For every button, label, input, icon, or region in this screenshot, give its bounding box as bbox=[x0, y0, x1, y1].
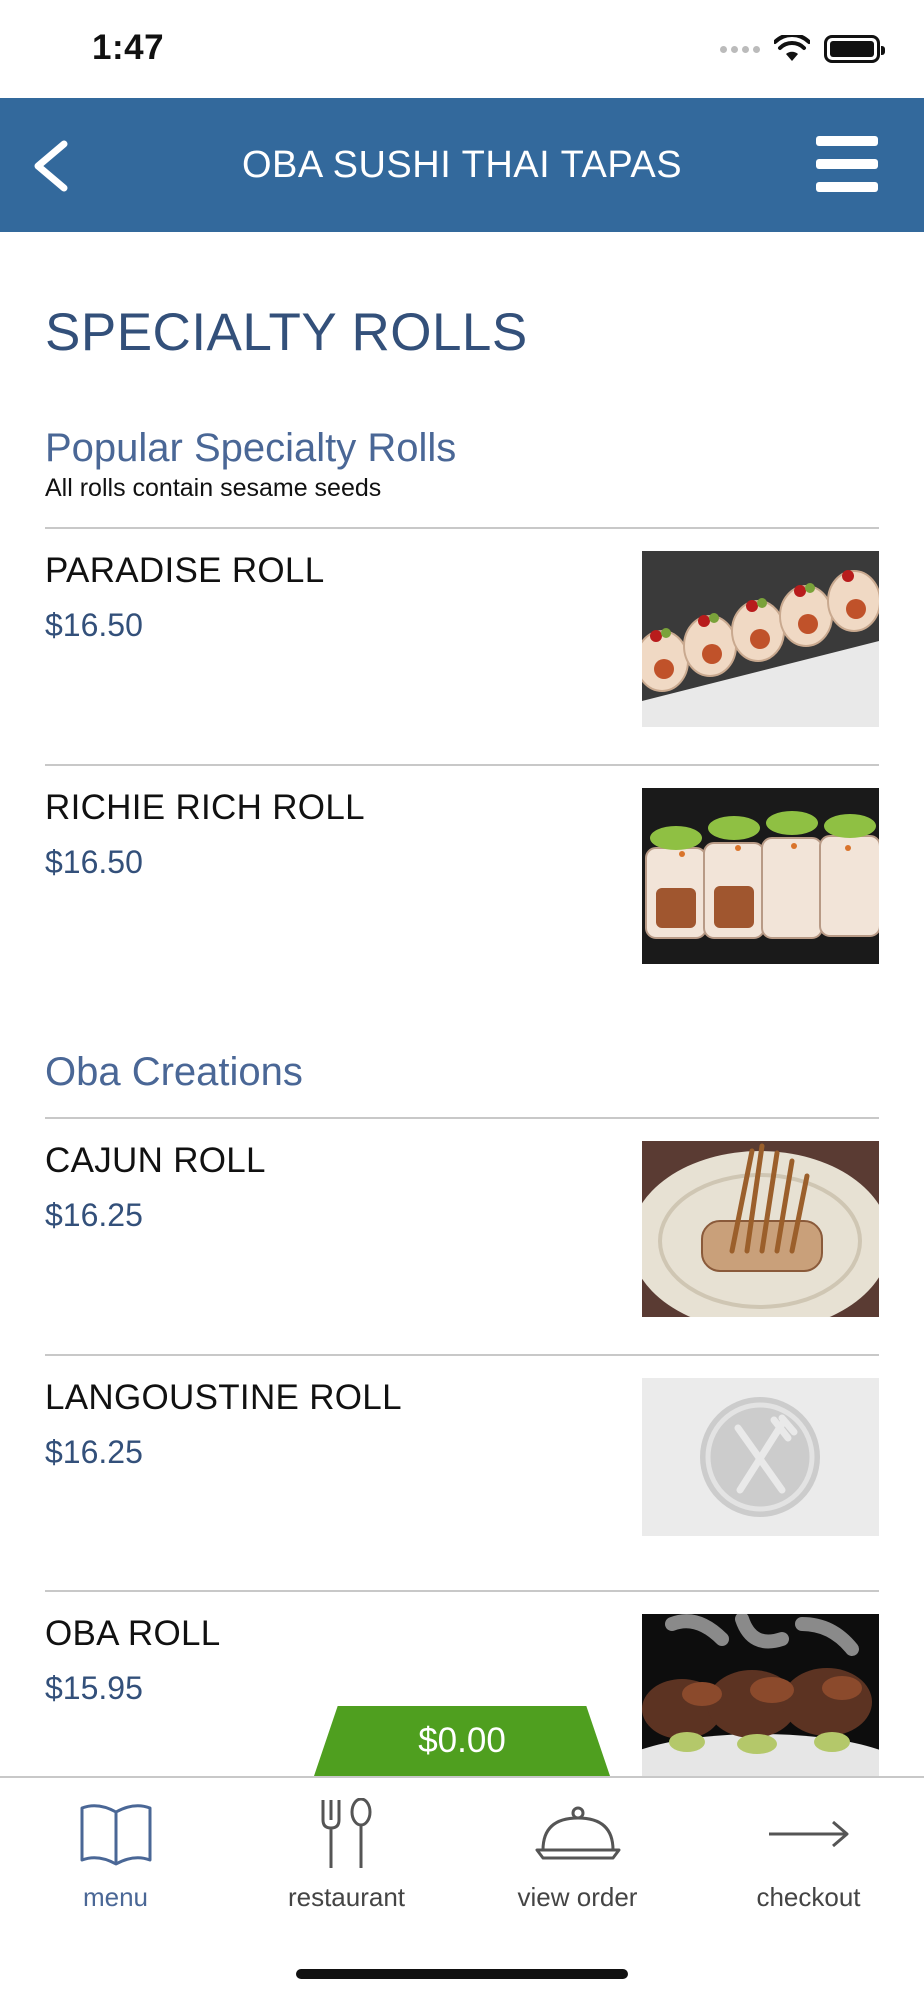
group-title: Popular Specialty Rolls bbox=[45, 426, 457, 470]
item-name: LANGOUSTINE ROLL bbox=[45, 1378, 402, 1417]
fork-knife-icon bbox=[642, 1378, 879, 1536]
divider bbox=[45, 527, 879, 529]
divider bbox=[45, 764, 879, 766]
item-price: $16.25 bbox=[45, 1197, 143, 1233]
item-photo bbox=[642, 551, 879, 727]
nav-restaurant[interactable]: restaurant bbox=[231, 1798, 462, 1938]
nav-label: restaurant bbox=[287, 1882, 406, 1912]
fork-spoon-icon bbox=[302, 1798, 392, 1870]
cart-total: $0.00 bbox=[418, 1721, 506, 1760]
nav-view-order[interactable]: view order bbox=[462, 1798, 693, 1938]
cart-total-button[interactable]: $0.00 bbox=[314, 1706, 610, 1776]
nav-label: checkout bbox=[756, 1882, 861, 1912]
placeholder-photo bbox=[642, 1378, 879, 1536]
bottom-nav: menu restaurant view order checkout bbox=[0, 1776, 924, 2000]
wifi-icon bbox=[774, 35, 810, 61]
group-title: Oba Creations bbox=[45, 1050, 303, 1094]
item-name: CAJUN ROLL bbox=[45, 1141, 266, 1180]
item-price: $16.50 bbox=[45, 607, 143, 643]
status-bar: 1:47 bbox=[0, 0, 924, 98]
item-name: RICHIE RICH ROLL bbox=[45, 788, 365, 827]
item-photo bbox=[642, 1614, 879, 1776]
nav-menu[interactable]: menu bbox=[0, 1798, 231, 1938]
battery-icon bbox=[824, 35, 885, 63]
item-name: OBA ROLL bbox=[45, 1614, 221, 1653]
cloche-icon bbox=[533, 1798, 623, 1870]
section-title: SPECIALTY ROLLS bbox=[45, 303, 528, 362]
book-icon bbox=[71, 1798, 161, 1870]
hamburger-menu-icon[interactable] bbox=[816, 136, 878, 192]
status-time: 1:47 bbox=[92, 28, 165, 67]
divider bbox=[45, 1590, 879, 1592]
item-photo bbox=[642, 788, 879, 964]
app-header: OBA SUSHI THAI TAPAS bbox=[0, 98, 924, 232]
menu-item[interactable]: PARADISE ROLL $16.50 bbox=[45, 551, 879, 731]
home-indicator bbox=[296, 1969, 628, 1979]
item-price: $16.25 bbox=[45, 1434, 143, 1470]
item-name: PARADISE ROLL bbox=[45, 551, 325, 590]
nav-checkout[interactable]: checkout bbox=[693, 1798, 924, 1938]
item-price: $16.50 bbox=[45, 844, 143, 880]
restaurant-title: OBA SUSHI THAI TAPAS bbox=[241, 144, 683, 186]
nav-label: menu bbox=[82, 1882, 149, 1912]
nav-label: view order bbox=[517, 1882, 638, 1912]
arrow-right-icon bbox=[764, 1798, 854, 1870]
menu-item[interactable]: RICHIE RICH ROLL $16.50 bbox=[45, 788, 879, 968]
menu-item[interactable]: LANGOUSTINE ROLL $16.25 bbox=[45, 1378, 879, 1558]
item-price: $15.95 bbox=[45, 1670, 143, 1706]
item-photo bbox=[642, 1141, 879, 1317]
menu-item[interactable]: CAJUN ROLL $16.25 bbox=[45, 1141, 879, 1321]
divider bbox=[45, 1117, 879, 1119]
cellular-signal-icon bbox=[720, 45, 760, 53]
group-note: All rolls contain sesame seeds bbox=[45, 474, 382, 502]
divider bbox=[45, 1354, 879, 1356]
status-icons bbox=[720, 34, 885, 64]
